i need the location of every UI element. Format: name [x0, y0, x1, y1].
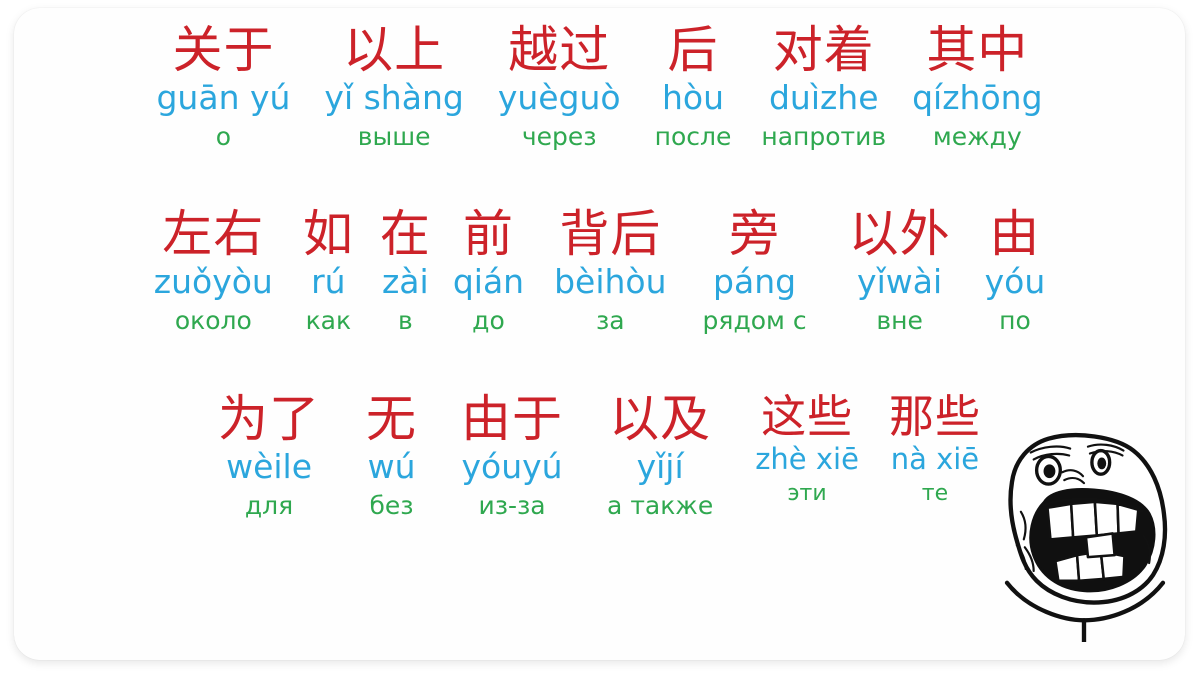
hanzi-text: 以外 [848, 205, 951, 263]
forever-alone-face-icon [1004, 433, 1168, 642]
word-row-2: 左右 zuǒyòu около 如 rú как 在 zài в 前 qián до 背后 bèihòu з… [14, 208, 1185, 336]
russian-gloss-text: для [244, 491, 294, 521]
hanzi-text: 以上 [343, 21, 446, 79]
word-grid: 关于 guān yú о 以上 yǐ shàng выше 越过 yuèguò через 后 hò… [14, 8, 1185, 660]
hanzi-text: 无 [366, 390, 418, 448]
russian-gloss-text: вне [876, 306, 923, 336]
pinyin-text: bèihòu [554, 262, 667, 301]
russian-gloss-text: до [472, 306, 505, 336]
russian-gloss-text: по [999, 306, 1031, 336]
hanzi-text: 左右 [162, 205, 265, 263]
russian-gloss-text: а также [607, 491, 714, 521]
hanzi-text: 旁 [729, 205, 781, 263]
pinyin-text: qián [452, 262, 525, 301]
hanzi-text: 以及 [609, 390, 712, 448]
hanzi-text: 越过 [508, 21, 611, 79]
pinyin-text: yǐjí [636, 447, 684, 486]
russian-gloss-text: из-за [478, 491, 546, 521]
word-row-1: 关于 guān yú о 以上 yǐ shàng выше 越过 yuèguò через 后 hò… [14, 24, 1185, 152]
word-entry: 其中 qízhōng между [912, 24, 1042, 152]
pinyin-text: wèile [226, 447, 313, 486]
hanzi-text: 由 [989, 205, 1041, 263]
pinyin-text: duìzhe [768, 78, 879, 117]
hanzi-text: 这些 [761, 390, 854, 443]
russian-gloss-text: за [596, 306, 625, 336]
pinyin-text: nà xiē [890, 441, 980, 476]
word-entry: 旁 páng рядом с [703, 208, 807, 336]
word-entry: 越过 yuèguò через [498, 24, 621, 152]
word-entry: 那些 nà xiē те [889, 393, 981, 507]
word-entry: 如 rú как [303, 208, 354, 336]
flashcard-card: 关于 guān yú о 以上 yǐ shàng выше 越过 yuèguò через 后 hò… [14, 8, 1185, 660]
word-entry: 后 hòu после [655, 24, 732, 152]
russian-gloss-text: в [397, 306, 413, 336]
hanzi-text: 背后 [559, 205, 662, 263]
word-entry: 关于 guān yú о [156, 24, 290, 152]
word-entry: 背后 bèihòu за [554, 208, 666, 336]
word-entry: 无 wú без [366, 393, 417, 521]
pinyin-text: zhè xiē [755, 441, 859, 476]
russian-gloss-text: эти [787, 481, 827, 507]
pinyin-text: yuèguò [497, 78, 621, 117]
pinyin-text: guān yú [156, 78, 291, 117]
hanzi-text: 其中 [926, 21, 1029, 79]
russian-gloss-text: о [215, 122, 232, 152]
pinyin-text: wú [367, 447, 416, 486]
hanzi-text: 如 [302, 205, 354, 263]
pinyin-text: rú [311, 262, 346, 301]
russian-gloss-text: рядом с [702, 306, 807, 336]
word-entry: 由于 yóuyú из-за [461, 393, 563, 521]
pinyin-text: zài [381, 262, 429, 301]
hanzi-text: 在 [379, 205, 431, 263]
word-entry: 对着 duìzhe напротив [761, 24, 886, 152]
pinyin-text: hòu [661, 78, 725, 117]
pinyin-text: yǐwài [857, 262, 943, 301]
russian-gloss-text: между [932, 122, 1022, 152]
word-entry: 由 yóu по [985, 208, 1046, 336]
russian-gloss-text: напротив [761, 122, 887, 152]
word-entry: 以及 yǐjí а также [607, 393, 713, 521]
pinyin-text: páng [713, 262, 797, 301]
russian-gloss-text: выше [357, 122, 431, 152]
word-entry: 这些 zhè xiē эти [755, 393, 859, 507]
russian-gloss-text: после [654, 122, 732, 152]
russian-gloss-text: через [521, 122, 597, 152]
word-entry: 在 zài в [380, 208, 431, 336]
hanzi-text: 对着 [772, 21, 875, 79]
hanzi-text: 关于 [172, 21, 275, 79]
pinyin-text: qízhōng [912, 78, 1043, 117]
word-entry: 为了 wèile для [218, 393, 320, 521]
russian-gloss-text: как [305, 306, 352, 336]
word-entry: 左右 zuǒyòu около [154, 208, 273, 336]
hanzi-text: 前 [462, 205, 514, 263]
hanzi-text: 后 [667, 21, 719, 79]
word-entry: 以上 yǐ shàng выше [324, 24, 463, 152]
hanzi-text: 由于 [461, 390, 564, 448]
hanzi-text: 为了 [218, 390, 321, 448]
pinyin-text: zuǒyòu [153, 262, 273, 301]
pinyin-text: yóuyú [461, 447, 563, 486]
pinyin-text: yǐ shàng [324, 78, 464, 117]
word-entry: 以外 yǐwài вне [849, 208, 951, 336]
russian-gloss-text: без [369, 491, 414, 521]
hanzi-text: 那些 [888, 390, 981, 443]
word-entry: 前 qián до [453, 208, 524, 336]
russian-gloss-text: те [921, 481, 949, 507]
pinyin-text: yóu [984, 262, 1046, 301]
russian-gloss-text: около [174, 306, 252, 336]
